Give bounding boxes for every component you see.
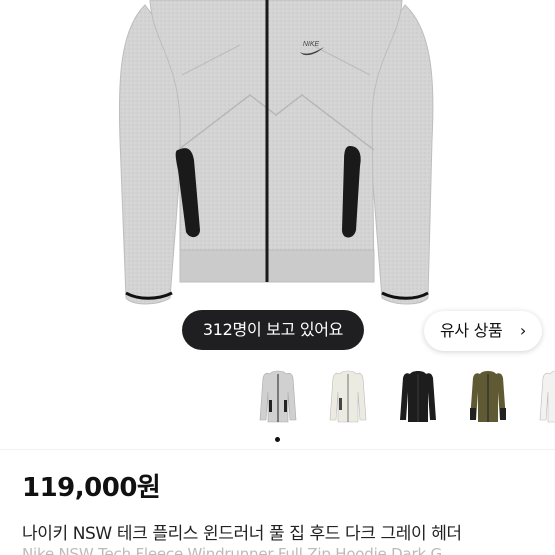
product-subtitle: Nike NSW Tech Fleece Windrunner Full Zip… (22, 545, 442, 555)
viewers-badge: 312명이 보고 있어요 (182, 310, 364, 350)
hoodie-illustration: NIKE (118, 0, 434, 305)
similar-products-label: 유사 상품 (440, 321, 503, 340)
thumbnail-black-hoodie[interactable] (388, 368, 448, 428)
thumbnail-cream-hoodie[interactable] (318, 368, 378, 428)
carousel-indicator-dot (275, 437, 280, 442)
section-divider (0, 449, 555, 450)
product-title: 나이키 NSW 테크 플리스 윈드러너 풀 집 후드 다크 그레이 헤더 (22, 524, 462, 544)
product-image[interactable]: NIKE 312명이 보고 있어요 유사 상품 › (0, 0, 555, 360)
chevron-right-icon: › (519, 321, 526, 340)
thumbnail-grey-hoodie[interactable] (248, 368, 308, 428)
product-price: 119,000원 (22, 473, 161, 503)
thumbnail-olive-hoodie[interactable] (458, 368, 518, 428)
similar-products-button[interactable]: 유사 상품 › (424, 311, 542, 351)
thumbnail-white-hoodie[interactable] (528, 368, 555, 428)
thumbnail-strip (248, 362, 555, 432)
brand-logo: NIKE (303, 41, 320, 48)
